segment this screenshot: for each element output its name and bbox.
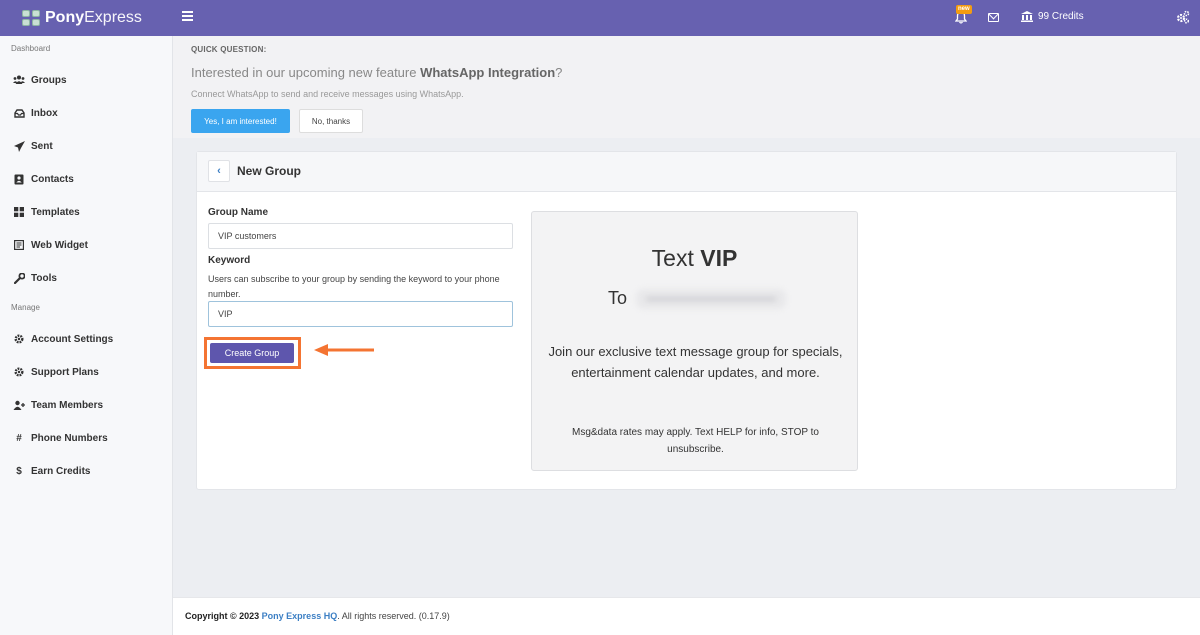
company-link[interactable]: Pony Express HQ <box>262 611 338 621</box>
pony-logo-icon <box>22 9 41 27</box>
mail-icon[interactable] <box>988 13 999 22</box>
credits-label: 99 Credits <box>1038 11 1084 22</box>
page-title: New Group <box>237 164 302 178</box>
keyword-label: Keyword <box>208 255 251 266</box>
no-thanks-button[interactable]: No, thanks <box>299 109 363 133</box>
sidebar-item-phone-numbers[interactable]: # Phone Numbers <box>13 430 108 446</box>
sidebar-item-label: Phone Numbers <box>31 432 108 444</box>
gear-icon <box>13 333 25 345</box>
preview-keyword: VIP <box>700 245 738 271</box>
sidebar: Dashboard Groups Inbox Sent Contacts Tem… <box>0 36 173 635</box>
preview-join-text: Join our exclusive text message group fo… <box>548 344 843 380</box>
card-header: ‹ New Group <box>197 152 1176 192</box>
hash-icon: # <box>16 432 22 444</box>
sidebar-item-web-widget[interactable]: Web Widget <box>13 237 88 253</box>
group-name-input[interactable] <box>208 223 513 249</box>
wrench-icon <box>13 272 25 284</box>
credits-link[interactable]: 99 Credits <box>1021 11 1084 22</box>
back-button[interactable]: ‹ <box>208 160 230 182</box>
sidebar-item-account-settings[interactable]: Account Settings <box>13 331 113 347</box>
copyright-text: Copyright © 2023 <box>185 611 260 621</box>
sidebar-section-manage: Manage <box>11 303 40 312</box>
brand-name-bold: Pony <box>45 9 85 26</box>
address-book-icon <box>13 173 25 185</box>
sidebar-item-groups[interactable]: Groups <box>13 72 67 88</box>
footer: Copyright © 2023 Pony Express HQ. All ri… <box>173 597 1200 635</box>
top-navbar: Pony Express new 99 Credits <box>0 0 1200 36</box>
sidebar-item-label: Tools <box>31 272 57 284</box>
keyword-input[interactable] <box>208 301 513 327</box>
quick-question-description: Connect WhatsApp to send and receive mes… <box>191 89 464 99</box>
sidebar-item-label: Support Plans <box>31 366 99 378</box>
sidebar-item-contacts[interactable]: Contacts <box>13 171 74 187</box>
keyword-help-text: Users can subscribe to your group by sen… <box>208 274 500 299</box>
preview-to-label: To <box>608 288 628 308</box>
sidebar-item-templates[interactable]: Templates <box>13 204 80 220</box>
widget-icon <box>13 239 25 251</box>
sidebar-item-earn-credits[interactable]: $ Earn Credits <box>13 463 90 479</box>
new-badge: new <box>956 5 972 14</box>
quick-question-banner: QUICK QUESTION: Interested in our upcomi… <box>173 36 1200 138</box>
sidebar-item-label: Account Settings <box>31 333 114 345</box>
new-group-card: ‹ New Group Group Name Keyword Users can… <box>196 151 1177 490</box>
sidebar-item-inbox[interactable]: Inbox <box>13 105 58 121</box>
footer-rest: . All rights reserved. (0.17.9) <box>337 611 450 621</box>
feature-name: WhatsApp Integration <box>420 65 556 80</box>
menu-toggle-icon[interactable] <box>182 11 193 22</box>
sidebar-item-label: Inbox <box>31 107 58 119</box>
sidebar-section-dashboard: Dashboard <box>11 44 51 53</box>
paper-plane-icon <box>13 140 25 152</box>
user-plus-icon <box>13 399 25 411</box>
inbox-icon <box>13 107 25 119</box>
bank-icon <box>1021 11 1033 22</box>
blurred-phone-number <box>636 289 786 309</box>
sidebar-item-support-plans[interactable]: Support Plans <box>13 364 99 380</box>
users-icon <box>13 74 25 86</box>
quick-question-label: QUICK QUESTION: <box>191 45 267 54</box>
gear-icon <box>13 366 25 378</box>
preview-disclaimer: Msg&data rates may apply. Text HELP for … <box>572 427 819 455</box>
dollar-icon: $ <box>16 465 22 477</box>
create-group-button[interactable]: Create Group <box>210 343 294 363</box>
brand-name-light: Express <box>84 9 142 26</box>
sidebar-item-label: Contacts <box>31 173 74 185</box>
grid-icon <box>13 206 25 218</box>
sidebar-item-label: Team Members <box>31 399 104 411</box>
arrow-left-icon <box>314 344 374 356</box>
chevron-left-icon: ‹ <box>217 165 221 177</box>
sidebar-item-label: Earn Credits <box>31 465 91 477</box>
sidebar-item-team-members[interactable]: Team Members <box>13 397 103 413</box>
sidebar-item-label: Templates <box>31 206 80 218</box>
brand-logo[interactable]: Pony Express <box>22 8 142 28</box>
sidebar-item-label: Web Widget <box>31 239 88 251</box>
sidebar-item-label: Groups <box>31 74 67 86</box>
interested-button[interactable]: Yes, I am interested! <box>191 109 290 133</box>
gears-icon[interactable] <box>1176 10 1190 24</box>
quick-question-title: Interested in our upcoming new feature W… <box>191 65 563 80</box>
keyword-preview-panel: Text VIP To Join our exclusive text mess… <box>531 211 858 471</box>
sidebar-item-sent[interactable]: Sent <box>13 138 53 154</box>
preview-text-line: Text VIP <box>651 245 738 271</box>
group-name-label: Group Name <box>208 207 269 218</box>
sidebar-item-label: Sent <box>31 140 53 152</box>
sidebar-item-tools[interactable]: Tools <box>13 270 57 286</box>
